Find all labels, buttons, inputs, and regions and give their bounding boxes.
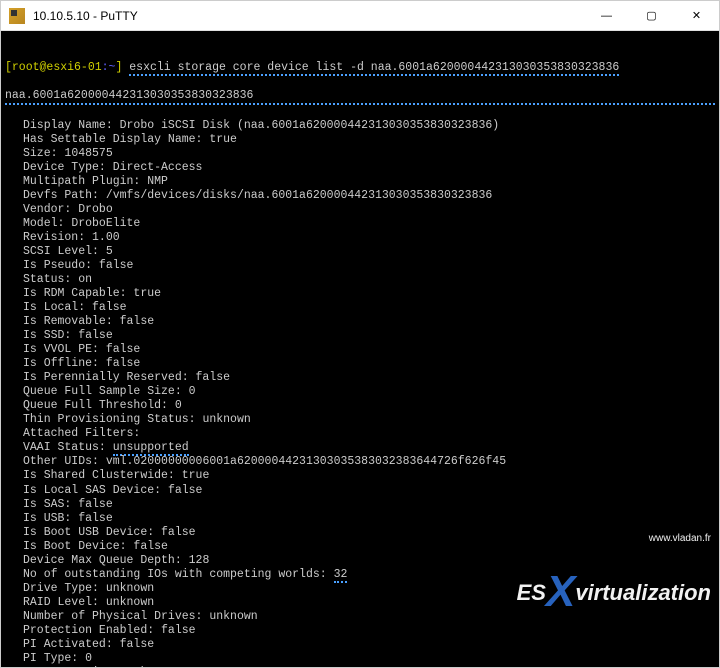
output-line: Is Perennially Reserved: false (5, 371, 715, 385)
output-line: Is SSD: false (5, 329, 715, 343)
maximize-button[interactable]: ▢ (629, 1, 674, 30)
output-line: Is USB: false (5, 512, 715, 526)
output-line: RAID Level: unknown (5, 596, 715, 610)
output-line: Status: on (5, 273, 715, 287)
window-controls: — ▢ ✕ (584, 1, 719, 30)
output-line: PI Protection Mask: NO PROTECTION (5, 666, 715, 667)
output-line: Thin Provisioning Status: unknown (5, 413, 715, 427)
output-fields: Display Name: Drobo iSCSI Disk (naa.6001… (5, 119, 715, 667)
output-line: Queue Full Sample Size: 0 (5, 385, 715, 399)
output-line: Multipath Plugin: NMP (5, 175, 715, 189)
output-line: No of outstanding IOs with competing wor… (5, 568, 715, 582)
terminal-area[interactable]: [root@esxi6-01:~] esxcli storage core de… (1, 31, 719, 667)
output-line: Is RDM Capable: true (5, 287, 715, 301)
minimize-button[interactable]: — (584, 1, 629, 30)
output-line: Other UIDs: vml.02000000006001a620000442… (5, 455, 715, 469)
close-button[interactable]: ✕ (674, 1, 719, 30)
device-id-line: naa.6001a62000044231303035383032383​6 (5, 89, 715, 105)
output-line: Model: DroboElite (5, 217, 715, 231)
output-line: Is SAS: false (5, 498, 715, 512)
output-line: Is Local SAS Device: false (5, 484, 715, 498)
putty-window: 10.10.5.10 - PuTTY — ▢ ✕ [root@esxi6-01:… (0, 0, 720, 668)
output-line: Number of Physical Drives: unknown (5, 610, 715, 624)
output-line: PI Type: 0 (5, 652, 715, 666)
window-title: 10.10.5.10 - PuTTY (33, 9, 584, 23)
output-line: Attached Filters: (5, 427, 715, 441)
output-line: Is Removable: false (5, 315, 715, 329)
output-line: Device Max Queue Depth: 128 (5, 554, 715, 568)
output-line: Is Boot Device: false (5, 540, 715, 554)
output-line: Is Pseudo: false (5, 259, 715, 273)
output-line: Is Offline: false (5, 357, 715, 371)
output-line: VAAI Status: unsupported (5, 441, 715, 455)
output-line: Is Shared Clusterwide: true (5, 469, 715, 483)
output-line: Size: 1048575 (5, 147, 715, 161)
output-line: Is VVOL PE: false (5, 343, 715, 357)
output-line: SCSI Level: 5 (5, 245, 715, 259)
titlebar[interactable]: 10.10.5.10 - PuTTY — ▢ ✕ (1, 1, 719, 31)
output-line: Drive Type: unknown (5, 582, 715, 596)
output-line: PI Activated: false (5, 638, 715, 652)
output-line: Is Local: false (5, 301, 715, 315)
output-line: Has Settable Display Name: true (5, 133, 715, 147)
command-text: esxcli storage core device list -d naa.6… (129, 61, 619, 76)
putty-icon (9, 8, 25, 24)
output-line: Is Boot USB Device: false (5, 526, 715, 540)
prompt-line: [root@esxi6-01:~] esxcli storage core de… (5, 61, 715, 75)
output-line: Queue Full Threshold: 0 (5, 399, 715, 413)
output-line: Display Name: Drobo iSCSI Disk (naa.6001… (5, 119, 715, 133)
output-line: Device Type: Direct-Access (5, 161, 715, 175)
output-line: Devfs Path: /vmfs/devices/disks/naa.6001… (5, 189, 715, 203)
output-line: Revision: 1.00 (5, 231, 715, 245)
output-line: Vendor: Drobo (5, 203, 715, 217)
output-line: Protection Enabled: false (5, 624, 715, 638)
